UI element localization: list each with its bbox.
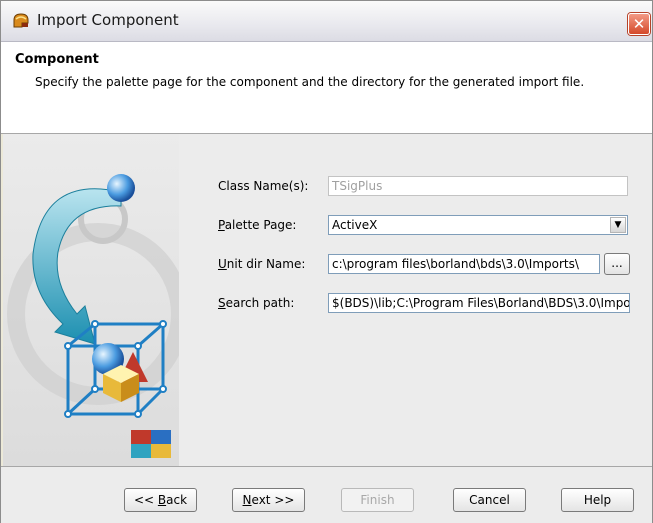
class-name-label: Class Name(s): xyxy=(218,179,309,193)
help-button[interactable]: Help xyxy=(561,488,634,512)
component-cube-illustration xyxy=(7,174,179,458)
palette-page-value: ActiveX xyxy=(332,218,378,232)
cancel-button[interactable]: Cancel xyxy=(453,488,526,512)
palette-page-label: Palette Page: xyxy=(218,218,297,232)
close-icon: ✕ xyxy=(632,15,646,33)
browse-button[interactable]: ... xyxy=(604,253,630,275)
unit-dir-input[interactable]: c:\program files\borland\bds\3.0\Imports… xyxy=(328,254,600,274)
search-path-input[interactable]: $(BDS)\lib;C:\Program Files\Borland\BDS\… xyxy=(328,293,630,313)
borland-helmet-icon xyxy=(11,11,31,31)
finish-button: Finish xyxy=(341,488,414,512)
import-component-dialog: Import Component ✕ Component Specify the… xyxy=(0,0,653,523)
search-path-label: Search path: xyxy=(218,296,295,310)
title-bar[interactable]: Import Component ✕ xyxy=(1,1,652,42)
window-title: Import Component xyxy=(37,11,179,29)
wizard-footer: << Back Next >> Finish Cancel Help xyxy=(1,466,652,523)
form-area: Class Name(s): TSigPlus Palette Page: Ac… xyxy=(179,134,652,466)
unit-dir-label: Unit dir Name: xyxy=(218,257,306,271)
wizard-header: Component Specify the palette page for t… xyxy=(1,42,652,134)
header-description: Specify the palette page for the compone… xyxy=(35,75,585,89)
next-button[interactable]: Next >> xyxy=(232,488,305,512)
class-name-field: TSigPlus xyxy=(328,176,628,196)
side-illustration-panel xyxy=(3,134,179,466)
header-title: Component xyxy=(15,52,99,67)
chevron-down-icon: ▼ xyxy=(614,220,622,230)
palette-page-dropdown-button[interactable]: ▼ xyxy=(610,217,626,233)
back-button[interactable]: << Back xyxy=(124,488,197,512)
close-button[interactable]: ✕ xyxy=(628,13,650,35)
palette-page-select[interactable]: ActiveX xyxy=(328,215,628,235)
